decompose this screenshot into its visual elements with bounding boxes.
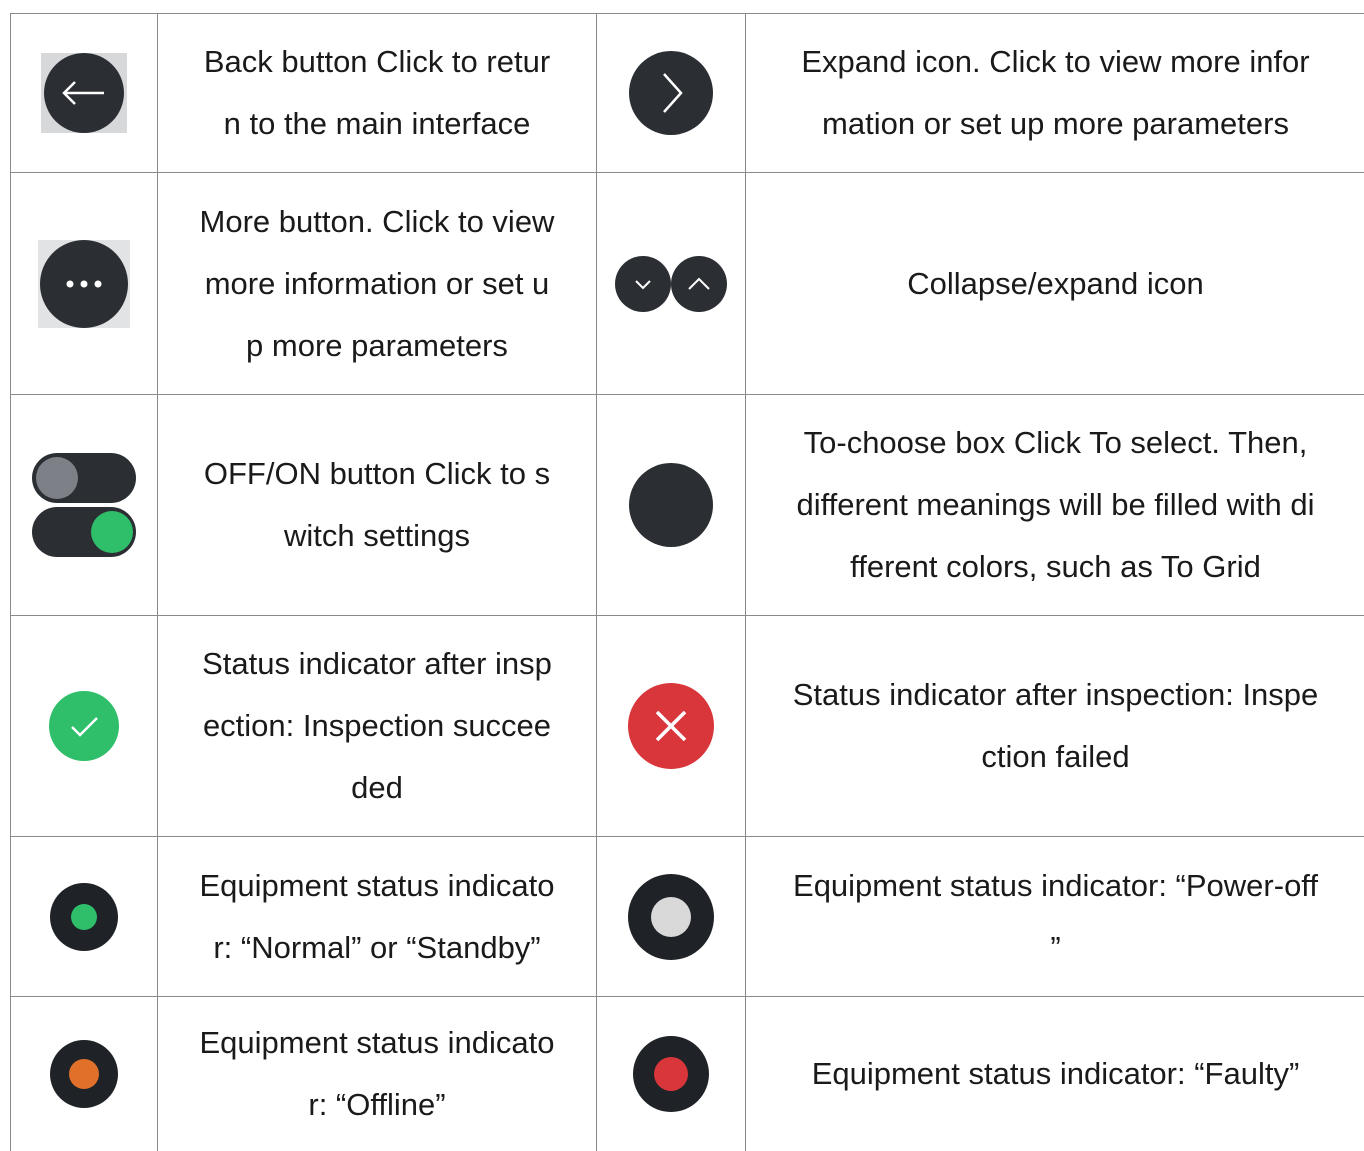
icon-cell-choose [597,395,746,616]
status-offline-icon [50,1040,118,1108]
desc-cell-faulty: Equipment status indicator: “Faulty” [746,997,1364,1151]
desc-cell-more: More button. Click to view more informat… [158,173,597,395]
collapse-expand-icon[interactable] [613,254,729,314]
collapse-expand-description: Collapse/expand icon [907,265,1204,301]
icon-cell-normal [11,837,158,997]
back-arrow-icon[interactable] [39,51,129,135]
desc-cell-expand: Expand icon. Click to view more infor ma… [746,14,1364,173]
desc-cell-failed: Status indicator after inspection: Inspe… [746,616,1364,837]
icon-cell-failed [597,616,746,837]
icon-cell-more [11,173,158,395]
inspection-success-description: Status indicator after insp ection: Insp… [202,646,552,805]
status-power-off-description: Equipment status indicator: “Power-off ” [793,867,1318,965]
expand-icon-description: Expand icon. Click to view more infor ma… [801,44,1310,141]
status-faulty-icon [633,1036,709,1112]
cross-failed-icon [628,683,714,769]
status-normal-description: Equipment status indicato r: “Normal” or… [199,867,555,965]
icon-cell-back [11,14,158,173]
desc-cell-offline: Equipment status indicato r: “Offline” [158,997,597,1151]
check-success-icon [49,691,119,761]
toggle-button-description: OFF/ON button Click to s witch settings [203,456,551,553]
icon-cell-power-off [597,837,746,997]
icon-cell-toggle [11,395,158,616]
icon-cell-success [11,616,158,837]
back-button-description: Back button Click to retur n to the main… [203,44,551,141]
icon-cell-expand [597,14,746,173]
desc-cell-choose: To-choose box Click To select. Then, dif… [746,395,1364,616]
status-power-off-icon [628,873,714,960]
choose-box-description: To-choose box Click To select. Then, dif… [796,425,1315,584]
desc-cell-toggle: OFF/ON button Click to s witch settings [158,395,597,616]
expand-chevron-icon[interactable] [626,48,716,138]
status-normal-icon [50,882,118,951]
status-offline-description: Equipment status indicato r: “Offline” [199,1025,555,1122]
status-faulty-description: Equipment status indicator: “Faulty” [811,1056,1300,1091]
more-button-description: More button. Click to view more informat… [199,203,555,363]
icon-cell-collapse [597,173,746,395]
desc-cell-back: Back button Click to retur n to the main… [158,14,597,173]
desc-cell-power-off: Equipment status indicator: “Power-off ” [746,837,1364,997]
icon-cell-faulty [597,997,746,1151]
desc-cell-success: Status indicator after insp ection: Insp… [158,616,597,837]
icon-legend-table: Back button Click to retur n to the main… [10,13,1364,1151]
toggle-switch-icon[interactable] [30,450,138,560]
icon-cell-offline [11,997,158,1151]
more-dots-icon[interactable] [36,238,132,330]
inspection-failed-description: Status indicator after inspection: Inspe… [792,677,1319,774]
choose-box-icon[interactable] [626,460,716,550]
desc-cell-normal: Equipment status indicato r: “Normal” or… [158,837,597,997]
desc-cell-collapse: Collapse/expand icon [746,173,1364,395]
